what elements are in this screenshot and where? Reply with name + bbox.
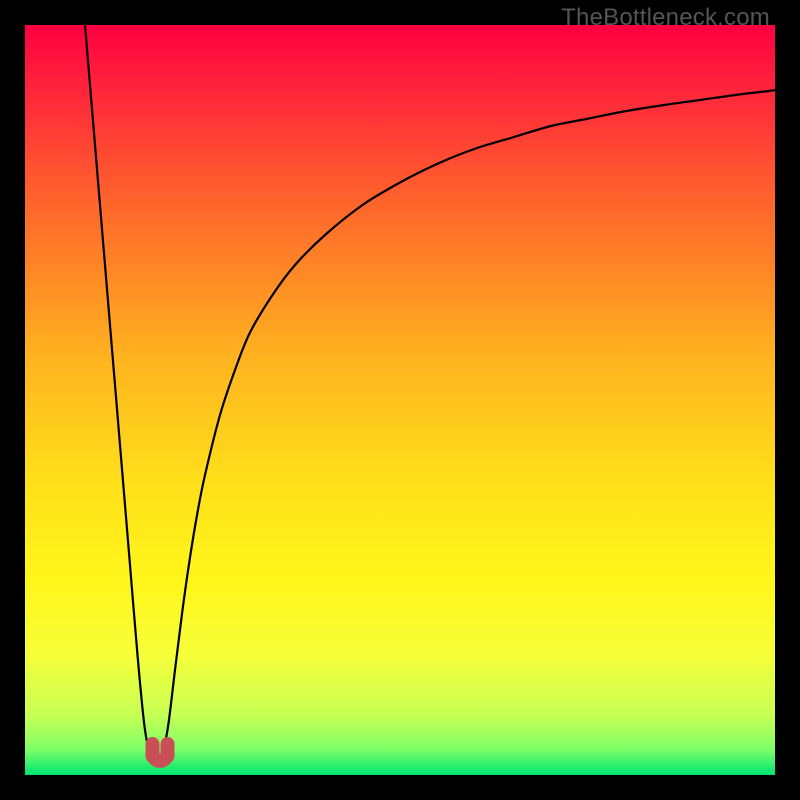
watermark-text: TheBottleneck.com [561, 4, 770, 32]
chart-svg [25, 25, 775, 775]
chart-frame [25, 25, 775, 775]
